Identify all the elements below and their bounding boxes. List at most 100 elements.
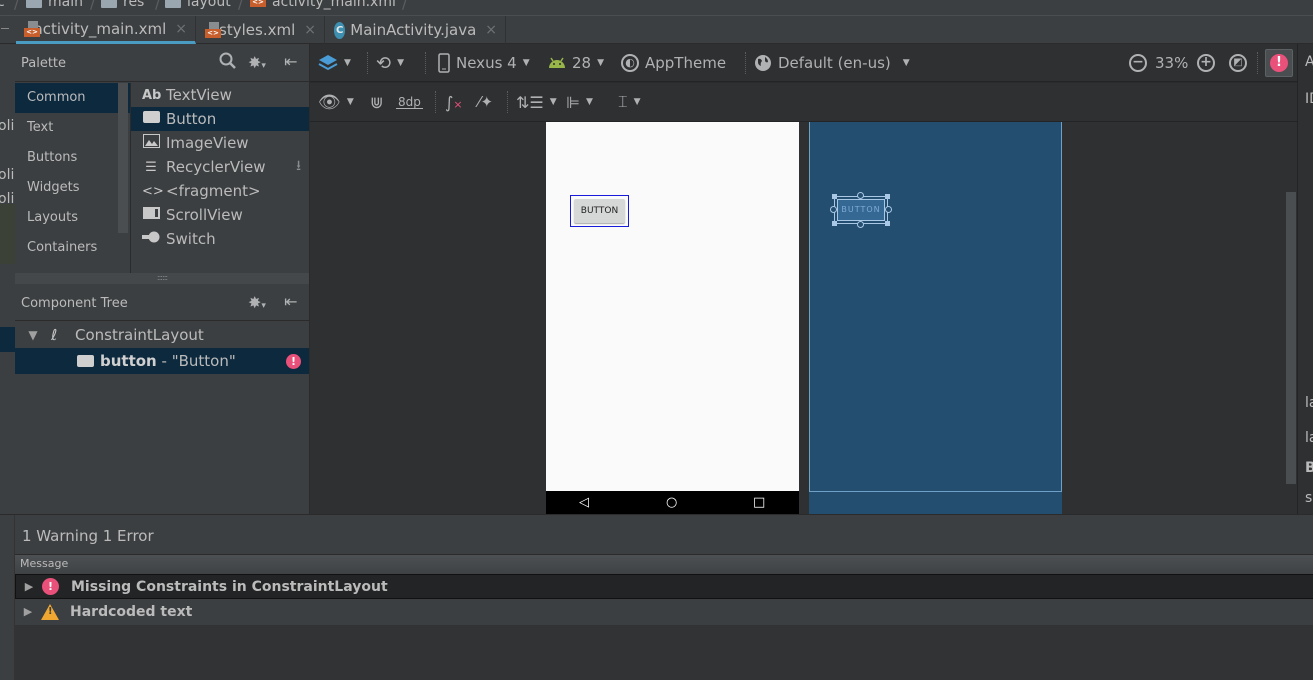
widget-fragment[interactable]: <> <fragment>: [131, 179, 309, 203]
tab-styles-xml[interactable]: <> styles.xml ×: [197, 16, 325, 44]
widget-label: ScrollView: [166, 206, 243, 224]
selection-strip: [0, 327, 15, 352]
resource-folder-icon: [101, 0, 117, 8]
design-canvas[interactable]: BUTTON ◁ ○ □ BUTTON: [310, 122, 1297, 514]
selected-button-outline[interactable]: BUTTON: [570, 195, 629, 227]
zoom-out-button[interactable]: −: [1129, 44, 1147, 82]
issue-row-warning[interactable]: ▶ ! Hardcoded text: [15, 599, 1313, 624]
issues-panel: 1 Warning 1 Error Message ▶ ! Missing Co…: [0, 514, 1313, 680]
category-scrollbar[interactable]: [118, 83, 128, 233]
expand-arrow-icon[interactable]: ▶: [15, 605, 41, 618]
zoom-to-fit-button[interactable]: ◩: [1229, 44, 1247, 82]
tree-node-button[interactable]: button - "Button" !: [15, 348, 309, 374]
infer-constraints-button[interactable]: ⁄✦: [478, 83, 493, 121]
tab-activity-main-xml[interactable]: <> activity_main.xml ×: [16, 16, 196, 44]
zoom-in-button[interactable]: +: [1197, 44, 1215, 82]
issue-row-error[interactable]: ▶ ! Missing Constraints in ConstraintLay…: [15, 574, 1313, 599]
truncated-text: la: [1305, 430, 1313, 446]
breadcrumb-item-res[interactable]: res: [101, 0, 144, 9]
resize-handle[interactable]: [832, 221, 837, 226]
design-view-screen[interactable]: BUTTON: [546, 122, 799, 491]
breadcrumb-item-src[interactable]: c: [0, 0, 5, 9]
navigation-bar: ◁ ○ □: [546, 491, 799, 514]
locale-selector[interactable]: Default (en-us) ▼: [754, 44, 910, 82]
close-icon[interactable]: ×: [175, 21, 187, 37]
breadcrumb-separator: /: [90, 0, 96, 12]
autoconnect-toggle[interactable]: ⋓: [370, 83, 383, 121]
show-issues-button[interactable]: !: [1265, 49, 1293, 77]
download-icon[interactable]: ⭳: [296, 155, 301, 179]
resize-handle[interactable]: [885, 194, 890, 199]
view-options-button[interactable]: 👁 ▼: [318, 83, 354, 121]
constraint-anchor-top[interactable]: [857, 192, 864, 199]
breadcrumb-item-activity-main[interactable]: <> activity_main.xml: [250, 0, 396, 9]
api-level-selector[interactable]: 28 ▼: [548, 44, 604, 82]
guidelines-button[interactable]: ⌶ ▼: [618, 83, 641, 121]
gear-icon[interactable]: ✸▾: [248, 53, 266, 72]
blueprint-view[interactable]: BUTTON: [809, 122, 1062, 514]
device-selector[interactable]: Nexus 4 ▼: [438, 44, 530, 82]
truncated-text: oli: [0, 167, 15, 183]
hide-panel-icon[interactable]: ⇤: [284, 52, 297, 71]
close-icon[interactable]: ×: [304, 22, 316, 38]
widget-label: ImageView: [166, 134, 249, 152]
category-layouts[interactable]: Layouts: [15, 203, 130, 233]
layers-icon: [318, 55, 338, 71]
default-margin-button[interactable]: 8dp: [396, 83, 423, 121]
category-containers[interactable]: Containers: [15, 233, 130, 263]
project-panel-edge: oli oli oli: [0, 44, 15, 514]
preview-button[interactable]: BUTTON: [574, 199, 625, 223]
breadcrumb-separator: /: [155, 0, 161, 12]
guideline-icon: ⌶: [618, 92, 628, 111]
truncated-text: s: [1305, 490, 1313, 506]
widget-recyclerview[interactable]: ☰ RecyclerView ⭳: [131, 155, 309, 179]
widget-imageview[interactable]: ImageView: [131, 131, 309, 155]
align-button[interactable]: ⊫ ▼: [566, 83, 593, 121]
widget-label: TextView: [166, 86, 232, 104]
close-icon[interactable]: ×: [485, 22, 497, 38]
pack-icon: ⇅☰: [516, 92, 544, 112]
constraint-anchor-right[interactable]: [885, 206, 892, 213]
magnet-off-icon: ⋓: [370, 92, 384, 112]
theme-selector[interactable]: ◐ AppTheme: [621, 44, 726, 82]
category-common[interactable]: Common: [15, 83, 130, 113]
resize-handle[interactable]: [885, 221, 890, 226]
breadcrumb-label: main: [48, 0, 83, 10]
widget-switch[interactable]: Switch: [131, 227, 309, 251]
constraint-anchor-left[interactable]: [830, 206, 837, 213]
design-surface-button[interactable]: ▼: [318, 44, 351, 82]
constraint-anchor-bottom[interactable]: [857, 221, 864, 228]
error-icon[interactable]: !: [286, 353, 301, 369]
breadcrumb-item-main[interactable]: main: [26, 0, 83, 9]
panel-splitter[interactable]: ::::::: [15, 273, 309, 284]
category-text[interactable]: Text: [15, 113, 130, 143]
expand-arrow-icon[interactable]: ▶: [16, 580, 42, 593]
tab-bar-scroll-left[interactable]: [0, 16, 15, 44]
blueprint-button[interactable]: BUTTON: [830, 192, 892, 228]
breadcrumb-item-layout[interactable]: layout: [165, 0, 231, 9]
expand-arrow-icon[interactable]: ▼: [15, 328, 51, 342]
tab-main-activity-java[interactable]: C MainActivity.java ×: [326, 16, 506, 44]
category-widgets[interactable]: Widgets: [15, 173, 130, 203]
message-column-header[interactable]: Message: [15, 554, 1313, 574]
rotate-icon: ⟲: [376, 52, 392, 74]
vertical-scrollbar[interactable]: [1286, 192, 1296, 484]
orientation-button[interactable]: ⟲ ▼: [376, 44, 404, 82]
button-icon: [142, 111, 160, 127]
resize-handle[interactable]: [832, 194, 837, 199]
truncated-text: A: [1305, 54, 1313, 70]
hide-panel-icon[interactable]: ⇤: [284, 292, 297, 311]
widget-label: <fragment>: [166, 182, 261, 200]
pack-button[interactable]: ⇅☰ ▼: [516, 83, 557, 121]
category-buttons[interactable]: Buttons: [15, 143, 130, 173]
widget-scrollview[interactable]: ScrollView: [131, 203, 309, 227]
clear-constraints-button[interactable]: ∫×: [445, 83, 463, 121]
gear-icon[interactable]: ✸▾: [248, 293, 266, 312]
widget-textview[interactable]: Ab TextView: [131, 83, 309, 107]
search-icon[interactable]: [219, 52, 237, 74]
tree-node-text: - "Button": [156, 352, 236, 370]
breadcrumb-separator: /: [402, 0, 408, 12]
tree-node-constraintlayout[interactable]: ▼ ℓ ConstraintLayout: [15, 322, 309, 348]
widget-button[interactable]: Button: [131, 107, 309, 131]
globe-icon: [755, 55, 771, 71]
